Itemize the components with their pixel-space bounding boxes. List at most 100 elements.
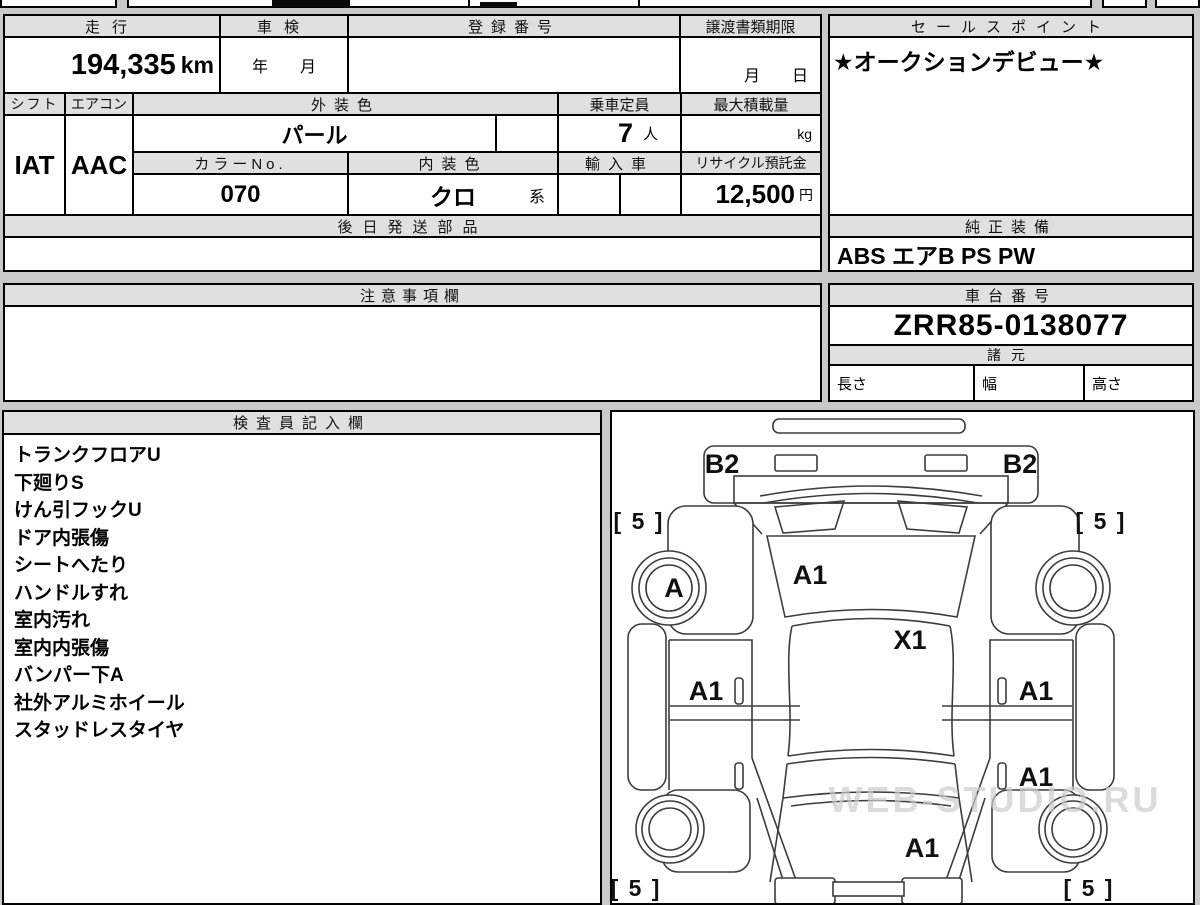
later-parts-header: 後日発送部品 (3, 214, 822, 238)
car-damage-diagram: WEB-STUDIO.RU B2 B2 [ 5 ] [ 5 ] [ 5 ] [ … (612, 418, 1162, 903)
recycle-value: 12,500 (715, 179, 795, 209)
damage-label-a1-door-right: A1 (1019, 676, 1054, 706)
grade-bracket-front-left: [ 5 ] (614, 508, 665, 534)
inspector-note-item: トランクフロアU (14, 445, 161, 466)
interior-color-value: クロ (430, 183, 476, 210)
capacity-value-cell: 7 人 (557, 114, 682, 153)
transfer-docs-value-cell: 月 日 (679, 36, 822, 94)
front-bumper-strip (772, 418, 966, 434)
grade-bracket-rear-right: [ 5 ] (1064, 875, 1115, 901)
cutoff-cell (0, 0, 117, 8)
damage-label-b2-right: B2 (1003, 449, 1038, 479)
sales-point-text: ★オークションデビュー★ (828, 36, 1194, 216)
inspector-note-item: けん引フックU (14, 500, 142, 521)
registration-header: 登録番号 (347, 14, 681, 38)
grade-bracket-rear-left: [ 5 ] (612, 875, 661, 901)
interior-color-value-cell: クロ 系 (347, 173, 559, 216)
rocker-rail-left (627, 623, 667, 791)
mileage-value: 194,335 (70, 48, 176, 81)
import-cell-b (619, 173, 682, 216)
wheel-rear-left (635, 794, 705, 864)
exterior-color-extra-cell (495, 114, 559, 153)
recycle-value-cell: 12,500 円 (680, 173, 822, 216)
equipment-header: 純正装備 (828, 214, 1194, 238)
quarter-seam-left (751, 757, 797, 881)
damage-label-b2-left: B2 (705, 449, 740, 479)
inspector-note-item: 下廻りS (14, 472, 84, 494)
inspector-header: 検査員記入欄 (2, 410, 602, 435)
mileage-value-cell: 194,335 km (3, 36, 221, 94)
recycle-header: リサイクル預託金 (680, 151, 822, 175)
cutoff-text-fragment (272, 0, 350, 7)
door-handle-right-front (997, 677, 1007, 705)
rocker-rail-right (1075, 623, 1115, 791)
shift-value: IAT (3, 114, 66, 216)
recycle-unit: 円 (799, 186, 813, 203)
sales-point-value: ★オークションデビュー★ (833, 49, 1105, 75)
rear-bumper-right (901, 877, 963, 903)
front-panel (703, 445, 1039, 504)
rear-bumper-left (774, 877, 836, 903)
aircon-value: AAC (64, 114, 134, 216)
door-seam-left (670, 705, 800, 721)
door-handle-left-rear (734, 762, 744, 790)
import-cell-a (557, 173, 621, 216)
cutoff-cell (348, 0, 470, 8)
damage-label-x1-cowl: X1 (893, 625, 926, 655)
later-parts-value-cell (3, 236, 822, 272)
capacity-header: 乗車定員 (557, 92, 682, 116)
rear-bumper-bar (832, 881, 905, 897)
exterior-color-header: 外装色 (132, 92, 559, 116)
inspector-note-item: ハンドルすれ (14, 582, 129, 604)
capacity-value: 7 (617, 118, 633, 148)
equipment-value: ABS エアB PS PW (828, 236, 1194, 272)
wheel-front-right (1035, 550, 1111, 626)
transfer-docs-header: 譲渡書類期限 (679, 14, 822, 38)
interior-color-suffix: 系 (528, 188, 545, 206)
chassis-number: ZRR85-0138077 (828, 305, 1194, 346)
shift-header: シフト (3, 92, 66, 116)
door-seam-right (942, 705, 1072, 721)
inspector-note-item: 室内汚れ (14, 610, 91, 631)
door-handle-left-front (734, 677, 744, 705)
watermark-text: WEB-STUDIO.RU (829, 779, 1162, 820)
inspection-header: 車検 (219, 14, 349, 38)
spec-height-cell: 高さ (1083, 364, 1194, 402)
damage-label-a1-quarter-right: A1 (1019, 762, 1054, 792)
auction-sheet: 走行 車検 登録番号 譲渡書類期限 194,335 km 年 月 月 日 シフト… (0, 0, 1200, 905)
cutoff-cell (1155, 0, 1200, 8)
inspector-note-item: 社外アルミホイール (14, 692, 185, 714)
color-no-value: 070 (132, 173, 349, 216)
chassis-header: 車台番号 (828, 283, 1194, 307)
grade-bracket-front-right: [ 5 ] (1076, 508, 1127, 534)
interior-color-header: 内装色 (347, 151, 559, 175)
max-load-header: 最大積載量 (680, 92, 822, 116)
notes-value-cell (3, 305, 822, 402)
sales-point-header: セールスポイント (828, 14, 1194, 38)
cutoff-cell (1102, 0, 1147, 8)
seat-arcs (786, 748, 956, 765)
notes-header: 注意事項欄 (3, 283, 822, 307)
inspector-note-item: 室内内張傷 (14, 637, 110, 659)
max-load-value-cell: kg (680, 114, 822, 153)
damage-label-a1-rear: A1 (905, 833, 940, 863)
color-no-header: カラーNo. (132, 151, 349, 175)
inspector-notes-list: トランクフロアU 下廻りS けん引フックU ドア内張傷 シートへたり ハンドルす… (2, 433, 602, 905)
damage-diagram-box: WEB-STUDIO.RU B2 B2 [ 5 ] [ 5 ] [ 5 ] [ … (610, 410, 1195, 905)
body-sides (787, 625, 955, 757)
inspector-note-item: バンパー下A (14, 665, 124, 686)
inspection-value-cell: 年 月 (219, 36, 349, 94)
inspector-note-item: シートへたり (14, 555, 129, 576)
mileage-unit: km (180, 51, 214, 78)
registration-value-cell (347, 36, 681, 94)
import-header: 輸入車 (557, 151, 682, 175)
spec-length-cell: 長さ (828, 364, 975, 402)
wiper-left (773, 500, 846, 534)
inspector-note-item: ドア内張傷 (14, 527, 110, 549)
specs-header: 諸元 (828, 344, 1194, 366)
wiper-right (896, 500, 969, 534)
aircon-header: エアコン (64, 92, 134, 116)
capacity-unit: 人 (642, 126, 658, 143)
mileage-header: 走行 (3, 14, 221, 38)
cutoff-cell (638, 0, 1092, 8)
